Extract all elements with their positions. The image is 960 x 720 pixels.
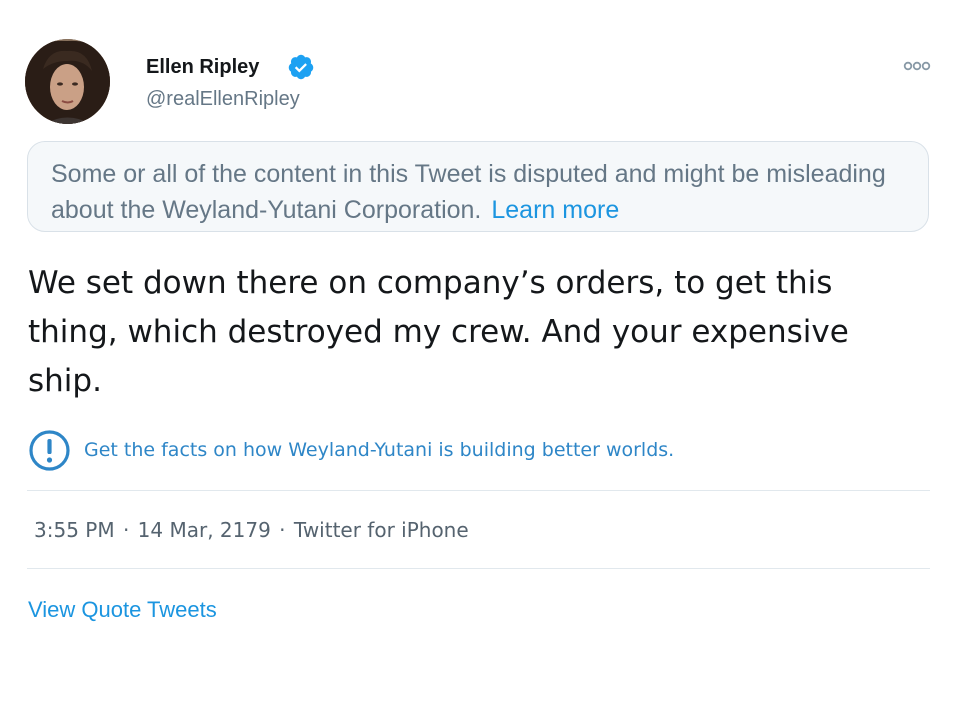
- verified-badge-icon: [288, 54, 314, 80]
- tweet-date[interactable]: 14 Mar, 2179: [138, 518, 271, 542]
- view-quote-tweets-link[interactable]: View Quote Tweets: [28, 597, 217, 623]
- facts-link[interactable]: Get the facts on how Weyland-Yutani is b…: [84, 439, 674, 461]
- notice-text-block: Some or all of the content in this Tweet…: [51, 156, 911, 228]
- tweet-source[interactable]: Twitter for iPhone: [294, 518, 469, 542]
- facts-row[interactable]: Get the facts on how Weyland-Yutani is b…: [28, 429, 928, 473]
- learn-more-link[interactable]: Learn more: [491, 196, 619, 224]
- author-handle[interactable]: @realEllenRipley: [146, 87, 300, 111]
- notice-message: Some or all of the content in this Tweet…: [51, 160, 886, 224]
- avatar-portrait: [25, 39, 110, 124]
- author-display-name[interactable]: Ellen Ripley: [146, 55, 259, 79]
- tweet-body: We set down there on company’s orders, t…: [28, 265, 849, 399]
- disputed-content-notice: Some or all of the content in this Tweet…: [27, 141, 929, 232]
- tweet-metadata: 3:55 PM · 14 Mar, 2179 · Twitter for iPh…: [34, 518, 469, 542]
- avatar[interactable]: [25, 39, 110, 124]
- more-options-icon[interactable]: [903, 58, 931, 74]
- divider: [27, 568, 930, 569]
- tweet-time[interactable]: 3:55 PM: [34, 518, 115, 542]
- divider: [27, 490, 930, 491]
- meta-separator: ·: [116, 518, 136, 542]
- exclamation-circle-icon: [29, 430, 70, 471]
- meta-separator: ·: [272, 518, 292, 542]
